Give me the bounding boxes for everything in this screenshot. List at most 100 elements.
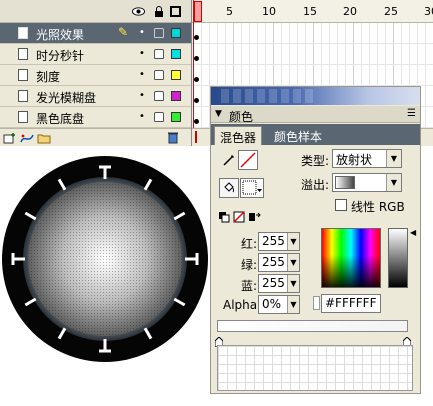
chevron-down-icon[interactable]: ▼ bbox=[287, 233, 299, 250]
chevron-down-icon[interactable]: ▼ bbox=[386, 150, 401, 167]
layer-outline-color[interactable] bbox=[171, 91, 181, 101]
linear-rgb-label: 线性 RGB bbox=[351, 200, 405, 214]
panel-title-bar[interactable]: ▼ 颜色 ☰ bbox=[211, 106, 420, 124]
panel-drag-strip[interactable] bbox=[211, 87, 420, 105]
strip-segment bbox=[221, 89, 229, 103]
layer-icon bbox=[18, 90, 28, 102]
layer-icon bbox=[18, 69, 28, 81]
layer-name[interactable]: 光照效果 bbox=[36, 26, 84, 43]
layer-outline-color[interactable] bbox=[171, 49, 181, 59]
strip-segment bbox=[233, 89, 241, 103]
visibility-dot-icon[interactable]: • bbox=[139, 27, 145, 38]
red-input[interactable]: 255 ▼ bbox=[258, 232, 300, 251]
layer-row[interactable]: 刻度 • bbox=[0, 65, 191, 86]
lock-toggle-icon[interactable] bbox=[154, 49, 164, 59]
lock-icon[interactable] bbox=[152, 5, 165, 18]
hex-input[interactable]: #FFFFFF bbox=[321, 294, 381, 313]
blue-value: 255 bbox=[262, 276, 285, 290]
tab-color-swatches[interactable]: 颜色样本 bbox=[269, 126, 327, 145]
clock-graphic bbox=[2, 156, 208, 362]
black-white-icon[interactable] bbox=[217, 207, 231, 227]
panel-tabs: 混色器 颜色样本 bbox=[211, 124, 420, 145]
strip-segment bbox=[245, 89, 253, 103]
frame-column bbox=[425, 23, 426, 128]
ruler-label: 5 bbox=[226, 5, 233, 18]
layer-row[interactable]: 时分秒针 • bbox=[0, 44, 191, 65]
blue-label: 蓝: bbox=[241, 279, 258, 293]
tab-color-mixer[interactable]: 混色器 bbox=[214, 126, 263, 145]
strip-segment bbox=[281, 89, 289, 103]
fill-type-dropdown[interactable]: 放射状 ▼ bbox=[332, 149, 402, 168]
add-guide-layer-icon[interactable] bbox=[20, 131, 34, 144]
insert-layer-icon[interactable] bbox=[3, 131, 17, 144]
layer-name[interactable]: 黑色底盘 bbox=[36, 110, 84, 127]
overflow-dropdown[interactable]: ▼ bbox=[332, 173, 402, 192]
panel-options-icon[interactable]: ☰ bbox=[407, 108, 416, 119]
eye-icon[interactable] bbox=[132, 5, 145, 18]
layer-header bbox=[0, 0, 191, 23]
layer-name[interactable]: 发光模糊盘 bbox=[36, 89, 96, 106]
gradient-preview bbox=[217, 345, 413, 391]
visibility-dot-icon[interactable]: • bbox=[139, 48, 145, 59]
lock-toggle-icon[interactable] bbox=[154, 91, 164, 101]
lightness-slider[interactable] bbox=[388, 228, 408, 288]
stage[interactable] bbox=[0, 147, 210, 403]
strip-segment bbox=[305, 89, 313, 103]
lightness-arrow-icon[interactable]: ◀ bbox=[410, 228, 416, 237]
green-input[interactable]: 255 ▼ bbox=[258, 253, 300, 272]
trash-icon[interactable] bbox=[166, 131, 180, 144]
color-spectrum[interactable] bbox=[321, 228, 381, 288]
layer-name[interactable]: 时分秒针 bbox=[36, 47, 84, 64]
chevron-down-icon[interactable]: ▼ bbox=[386, 174, 401, 191]
layer-icon bbox=[18, 27, 28, 39]
frame-ruler[interactable]: 1 5 10 15 20 25 30 bbox=[192, 0, 433, 23]
layer-row[interactable]: 黑色底盘 • bbox=[0, 107, 191, 128]
chevron-down-icon[interactable]: ▼ bbox=[287, 254, 299, 271]
layer-row[interactable]: 发光模糊盘 • bbox=[0, 86, 191, 107]
alpha-input[interactable]: 0% ▼ bbox=[258, 295, 300, 314]
strip-segment bbox=[269, 89, 277, 103]
color-panel: ▼ 颜色 ☰ 混色器 颜色样本 类型: 放射状 ▼ 溢出: ▼ 线性 RGB 红… bbox=[210, 86, 421, 394]
linear-rgb-checkbox[interactable] bbox=[335, 199, 347, 211]
chevron-down-icon[interactable]: ▼ bbox=[287, 275, 299, 292]
layer-outline-color[interactable] bbox=[171, 70, 181, 80]
layer-outline-color[interactable] bbox=[171, 28, 181, 38]
lock-toggle-icon[interactable] bbox=[154, 112, 164, 122]
frame-column bbox=[201, 23, 202, 128]
playhead-handle[interactable] bbox=[194, 1, 202, 22]
red-value: 255 bbox=[262, 234, 285, 248]
visibility-dot-icon[interactable]: • bbox=[139, 111, 145, 122]
collapse-arrow-icon[interactable]: ▼ bbox=[215, 109, 222, 119]
red-label: 红: bbox=[241, 237, 258, 251]
type-label: 类型: bbox=[301, 154, 330, 168]
layer-icon bbox=[18, 48, 28, 60]
overflow-label: 溢出: bbox=[301, 178, 330, 192]
stroke-swatch[interactable] bbox=[238, 150, 258, 170]
visibility-dot-icon[interactable]: • bbox=[139, 90, 145, 101]
layer-icon bbox=[18, 111, 28, 123]
playhead[interactable] bbox=[193, 0, 202, 146]
hex-value: #FFFFFF bbox=[325, 296, 377, 310]
layer-footer bbox=[0, 128, 191, 146]
layer-name[interactable]: 刻度 bbox=[36, 68, 60, 85]
center-frame-icon[interactable] bbox=[195, 131, 201, 143]
stroke-color-icon[interactable] bbox=[219, 150, 239, 170]
chevron-down-icon[interactable]: ▼ bbox=[287, 296, 299, 313]
panel-title: 颜色 bbox=[229, 110, 254, 124]
fill-swatch[interactable] bbox=[240, 178, 264, 198]
blue-input[interactable]: 255 ▼ bbox=[258, 274, 300, 293]
layer-row[interactable]: 光照效果 ✎ • bbox=[0, 23, 191, 44]
visibility-dot-icon[interactable]: • bbox=[139, 69, 145, 80]
insert-folder-icon[interactable] bbox=[37, 131, 51, 144]
lock-toggle-icon[interactable] bbox=[154, 28, 164, 38]
swap-colors-icon[interactable] bbox=[247, 207, 263, 227]
no-color-icon[interactable] bbox=[232, 207, 246, 227]
outline-icon[interactable] bbox=[170, 6, 181, 17]
alpha-value: 0% bbox=[262, 297, 282, 311]
frame-row-divider bbox=[192, 64, 433, 65]
fill-bucket-icon[interactable] bbox=[219, 178, 239, 198]
green-label: 绿: bbox=[241, 258, 258, 272]
gradient-bar[interactable] bbox=[217, 320, 408, 332]
layer-outline-color[interactable] bbox=[171, 112, 181, 122]
lock-toggle-icon[interactable] bbox=[154, 70, 164, 80]
